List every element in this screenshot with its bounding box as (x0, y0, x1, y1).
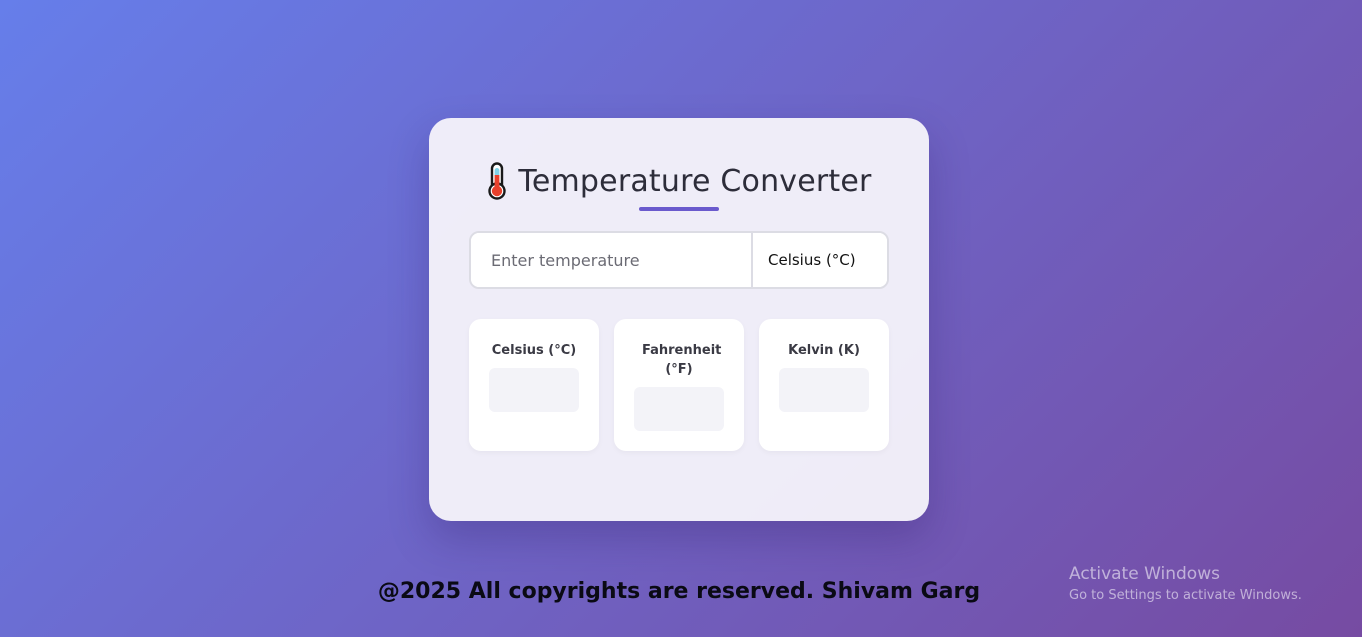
page-title: Temperature Converter (518, 163, 872, 199)
result-label-celsius: Celsius (°C) (491, 343, 577, 358)
footer-text: @2025 All copyrights are reserved. Shiva… (377, 579, 981, 604)
unit-select[interactable]: Celsius (°C) (753, 233, 887, 287)
unit-select-value: Celsius (°C) (768, 251, 856, 269)
converter-card: Temperature Converter Celsius (°C) Celsi… (429, 118, 929, 521)
result-value-kelvin (779, 368, 869, 412)
result-card-fahrenheit: Fahrenheit (°F) (614, 319, 744, 451)
result-card-kelvin: Kelvin (K) (759, 319, 889, 451)
result-label-fahrenheit: Fahrenheit (°F) (642, 343, 722, 377)
result-value-celsius (489, 368, 579, 412)
result-value-fahrenheit (634, 387, 724, 431)
watermark-subtitle: Go to Settings to activate Windows. (1069, 588, 1302, 603)
watermark-title: Activate Windows (1069, 564, 1220, 584)
result-card-celsius: Celsius (°C) (469, 319, 599, 451)
title-row: Temperature Converter (429, 162, 929, 200)
windows-watermark: Activate Windows Go to Settings to activ… (1069, 563, 1302, 607)
thermometer-icon (486, 162, 508, 200)
title-underline (639, 207, 719, 211)
temperature-input[interactable] (471, 233, 753, 287)
input-group: Celsius (°C) (469, 231, 889, 289)
result-label-kelvin: Kelvin (K) (788, 343, 860, 358)
